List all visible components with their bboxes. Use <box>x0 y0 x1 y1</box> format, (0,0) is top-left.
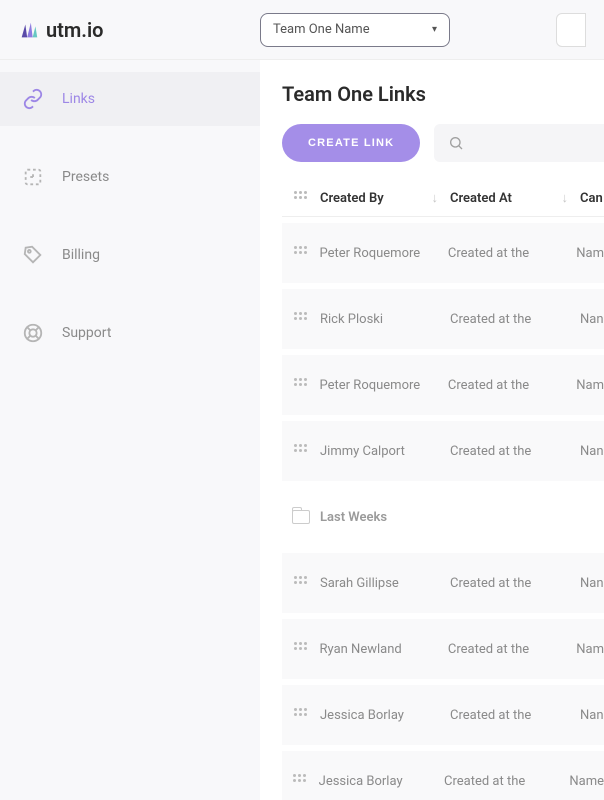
main-content: Team One Links CREATE LINK Created By ↓ <box>260 60 604 800</box>
team-selector-label: Team One Name <box>273 22 370 37</box>
table-row[interactable]: Ryan NewlandCreated at theNam <box>282 619 604 679</box>
cell-campaign: Nam <box>576 642 604 657</box>
cell-campaign: Nam <box>576 246 604 261</box>
cell-created-by: Jessica Borlay <box>320 708 450 723</box>
grip-icon <box>294 576 308 590</box>
topbar: utm.io Team One Name ▾ <box>0 0 604 60</box>
table-row[interactable]: Jessica BorlayCreated at theNan <box>282 685 604 745</box>
folder-icon <box>292 510 310 524</box>
grip-icon <box>294 378 308 392</box>
cell-created-by: Peter Roquemore <box>320 378 448 393</box>
grip-icon <box>294 444 308 458</box>
search-input[interactable] <box>434 124 604 162</box>
grip-icon <box>294 246 308 260</box>
presets-icon <box>22 166 44 188</box>
cell-created-by: Jimmy Calport <box>320 444 450 459</box>
grip-icon <box>294 708 308 722</box>
table-row[interactable]: Peter RoquemoreCreated at theNam <box>282 355 604 415</box>
column-grip <box>282 191 320 205</box>
sidebar-item-support[interactable]: Support <box>0 306 260 360</box>
cell-created-at: Created at the <box>444 774 569 789</box>
support-icon <box>22 322 44 344</box>
sort-arrow-icon: ↓ <box>562 190 581 206</box>
folder-label: Last Weeks <box>320 510 387 525</box>
sidebar-item-label: Support <box>62 325 111 341</box>
row-grip[interactable] <box>282 642 320 656</box>
cell-campaign: Name <box>569 774 604 789</box>
chevron-down-icon: ▾ <box>432 24 437 35</box>
cell-created-at: Created at the <box>448 246 576 261</box>
table-row[interactable]: Peter RoquemoreCreated at theNam <box>282 223 604 283</box>
cell-created-at: Created at the <box>450 444 580 459</box>
sidebar-item-links[interactable]: Links <box>0 72 260 126</box>
table-row[interactable]: Jimmy CalportCreated at theNan <box>282 421 604 481</box>
grip-icon <box>294 642 308 656</box>
action-row: CREATE LINK <box>282 124 604 162</box>
cell-campaign: Nan <box>580 444 604 459</box>
row-grip[interactable] <box>282 708 320 722</box>
sidebar-item-presets[interactable]: Presets <box>0 150 260 204</box>
cell-campaign: Nan <box>580 312 604 327</box>
table-body: Peter RoquemoreCreated at theNamRick Plo… <box>282 223 604 800</box>
sidebar-item-label: Billing <box>62 247 100 263</box>
link-icon <box>22 88 44 110</box>
cell-campaign: Nan <box>580 708 604 723</box>
cell-created-by: Peter Roquemore <box>320 246 448 261</box>
cell-campaign: Nan <box>580 576 604 591</box>
row-grip[interactable] <box>282 444 320 458</box>
layout: Links Presets Billing <box>0 60 604 800</box>
sidebar-item-label: Presets <box>62 169 109 185</box>
sort-arrow-icon: ↓ <box>432 190 451 206</box>
cell-campaign: Nam <box>576 378 604 393</box>
cell-created-at: Created at the <box>450 708 580 723</box>
billing-icon <box>22 244 44 266</box>
table-row[interactable]: Sarah GillipseCreated at theNan <box>282 553 604 613</box>
logo-icon <box>18 19 40 41</box>
row-grip[interactable] <box>282 576 320 590</box>
row-grip[interactable] <box>282 774 319 788</box>
column-header-created-at[interactable]: Created At ↓ <box>450 190 580 206</box>
logo-text: utm.io <box>46 18 103 42</box>
cell-created-by: Rick Ploski <box>320 312 450 327</box>
table-row[interactable]: Rick PloskiCreated at theNan <box>282 289 604 349</box>
sidebar-item-billing[interactable]: Billing <box>0 228 260 282</box>
grip-icon <box>294 312 308 326</box>
logo[interactable]: utm.io <box>18 18 260 42</box>
table-row[interactable]: Jessica BorlayCreated at theName <box>282 751 604 800</box>
sidebar: Links Presets Billing <box>0 60 260 800</box>
table-header: Created By ↓ Created At ↓ Can <box>282 180 604 217</box>
cell-created-by: Ryan Newland <box>320 642 448 657</box>
cell-created-at: Created at the <box>450 312 580 327</box>
column-header-campaign[interactable]: Can <box>580 191 604 206</box>
folder-icon-cell[interactable] <box>282 510 320 524</box>
team-selector[interactable]: Team One Name ▾ <box>260 13 450 47</box>
page-title: Team One Links <box>282 82 604 106</box>
grip-icon <box>293 774 307 788</box>
column-label: Created By <box>320 191 384 206</box>
cell-created-at: Created at the <box>448 378 576 393</box>
topbar-right-control[interactable] <box>556 13 586 47</box>
cell-created-at: Created at the <box>448 642 576 657</box>
column-header-created-by[interactable]: Created By ↓ <box>320 190 450 206</box>
cell-created-by: Sarah Gillipse <box>320 576 450 591</box>
column-label: Can <box>580 191 603 206</box>
cell-created-by: Jessica Borlay <box>319 774 444 789</box>
grip-icon <box>294 191 308 205</box>
column-label: Created At <box>450 191 512 206</box>
row-grip[interactable] <box>282 246 320 260</box>
row-grip[interactable] <box>282 312 320 326</box>
search-icon <box>448 135 464 151</box>
row-grip[interactable] <box>282 378 320 392</box>
cell-created-at: Created at the <box>450 576 580 591</box>
create-link-button[interactable]: CREATE LINK <box>282 124 420 162</box>
sidebar-item-label: Links <box>62 91 95 107</box>
folder-row[interactable]: Last Weeks <box>282 487 604 547</box>
